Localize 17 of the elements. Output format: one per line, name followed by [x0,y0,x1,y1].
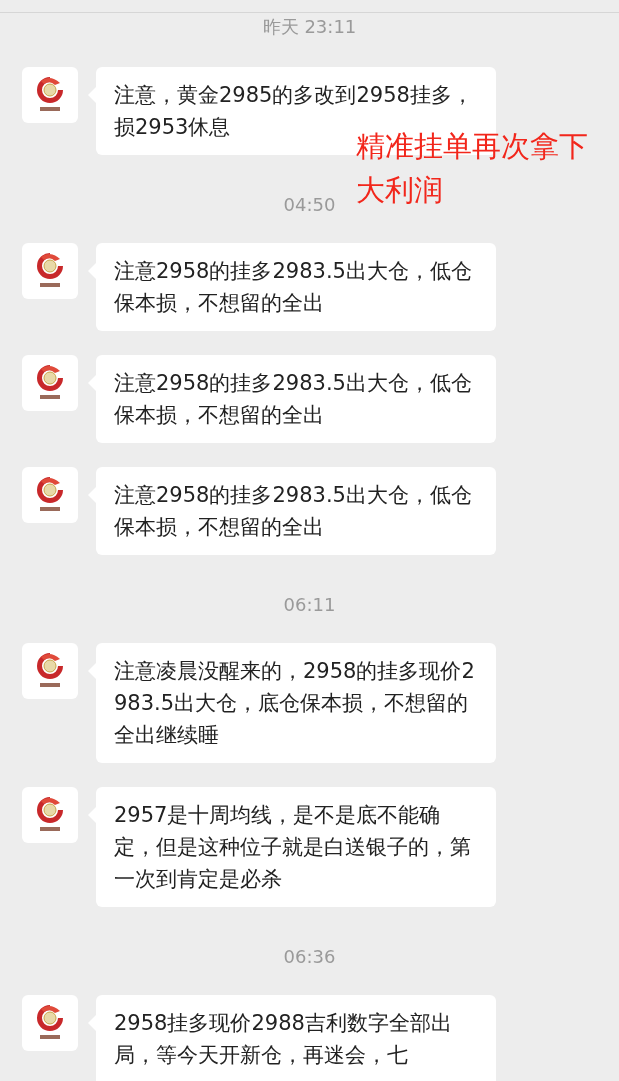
avatar[interactable] [22,643,78,699]
message-bubble: 注意2958的挂多2983.5出大仓，低仓保本损，不想留的全出 [96,467,496,555]
avatar[interactable] [22,243,78,299]
message-bubble: 2957是十周均线，是不是底不能确定，但是这种位子就是白送银子的，第一次到肯定是必杀 [96,787,496,907]
avatar[interactable] [22,995,78,1051]
timestamp: 06:36 [283,945,336,969]
timestamp: 06:11 [283,593,336,617]
message-bubble: 注意凌晨没醒来的，2958的挂多现价2983.5出大仓，底仓保本损，不想留的全出继续睡 [96,643,496,763]
message-bubble: 注意2958的挂多2983.5出大仓，低仓保本损，不想留的全出 [96,243,496,331]
timestamp: 04:50 [283,193,336,217]
message-bubble: 2958挂多现价2988吉利数字全部出局，等今天开新仓，再迷会，七 [96,995,496,1081]
avatar[interactable] [22,67,78,123]
avatar[interactable] [22,467,78,523]
timestamp: 昨天 23:11 [262,15,357,39]
avatar[interactable] [22,787,78,843]
avatar[interactable] [22,355,78,411]
message-bubble: 注意2958的挂多2983.5出大仓，低仓保本损，不想留的全出 [96,355,496,443]
